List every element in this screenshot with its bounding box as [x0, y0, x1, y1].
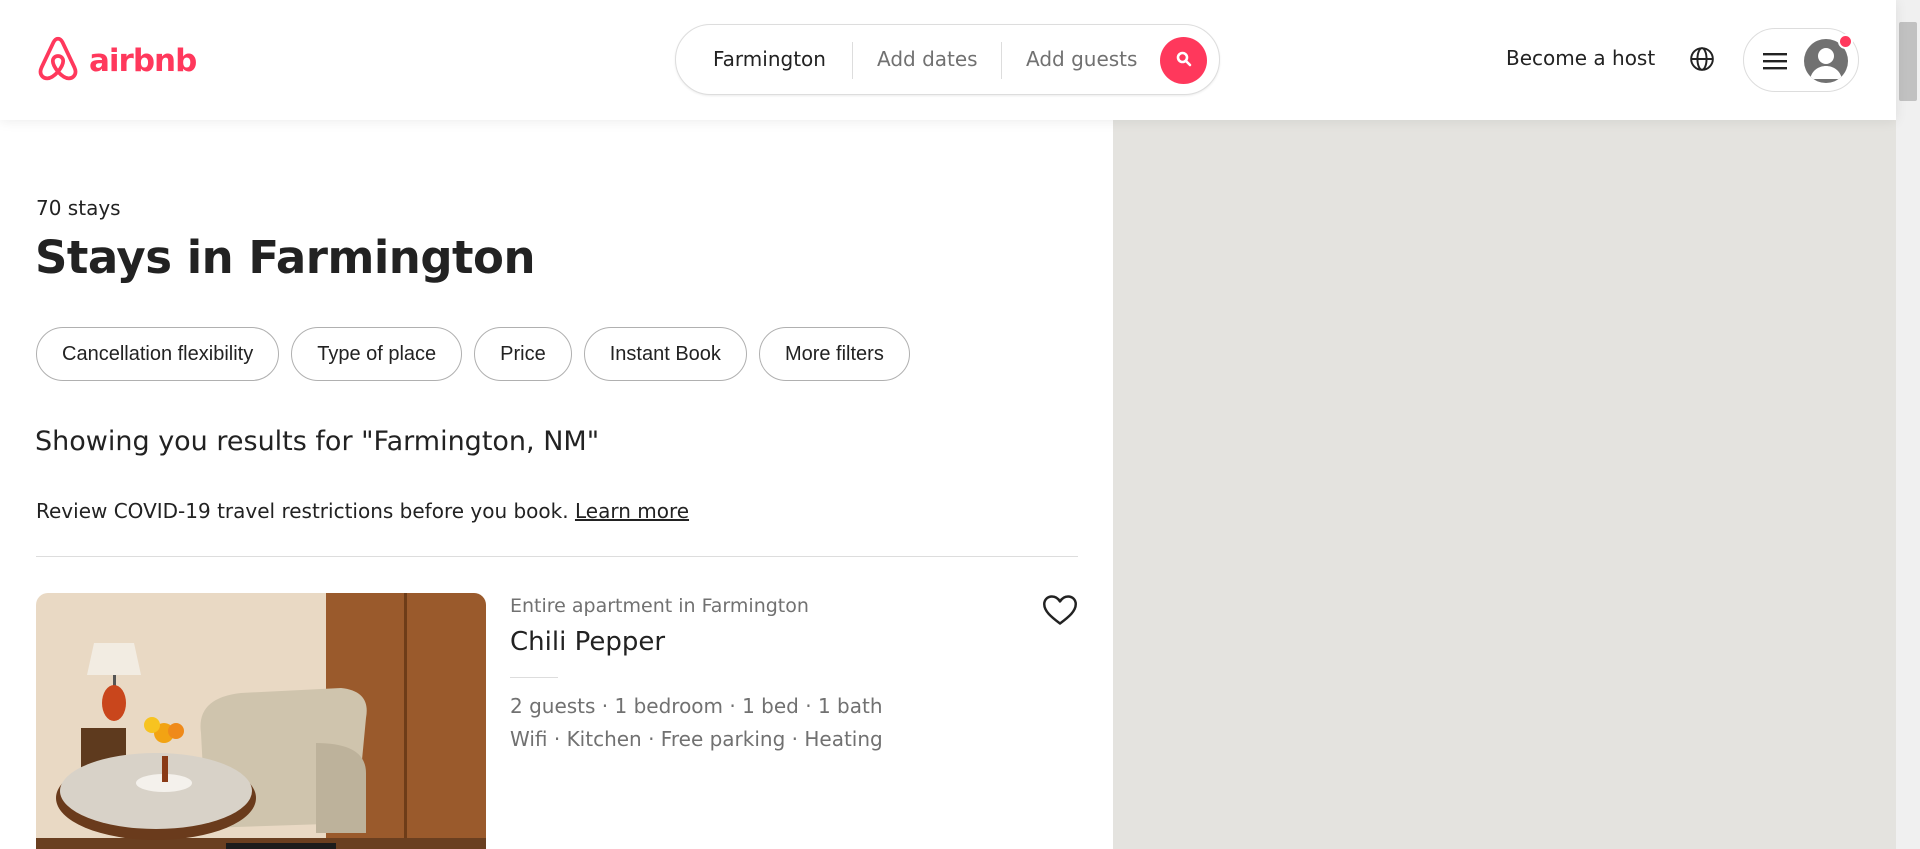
filter-price[interactable]: Price — [474, 327, 572, 381]
filter-instant-book[interactable]: Instant Book — [583, 327, 747, 381]
search-location[interactable]: Farmington — [713, 25, 826, 94]
filter-cancellation-flexibility[interactable]: Cancellation flexibility — [36, 327, 280, 381]
covid-notice-text: Review COVID-19 travel restrictions befo… — [36, 499, 569, 523]
filter-bar: Cancellation flexibility Type of place P… — [36, 327, 910, 381]
search-button[interactable] — [1160, 37, 1207, 84]
site-header: airbnb Farmington Add dates Add guests B… — [0, 0, 1896, 120]
listing-type: Entire apartment in Farmington — [510, 595, 809, 617]
search-dates[interactable]: Add dates — [877, 25, 978, 94]
page-scrollbar[interactable] — [1896, 0, 1920, 849]
user-menu-button[interactable] — [1743, 28, 1859, 92]
search-divider — [1001, 42, 1002, 79]
learn-more-link[interactable]: Learn more — [575, 499, 689, 523]
search-guests[interactable]: Add guests — [1026, 25, 1137, 94]
listing-title[interactable]: Chili Pepper — [510, 627, 665, 657]
listing-divider — [510, 677, 558, 678]
listing-amenities: Wifi · Kitchen · Free parking · Heating — [510, 727, 883, 751]
search-divider — [852, 42, 853, 79]
divider — [36, 556, 1078, 557]
results-location-text: Showing you results for "Farmington, NM" — [35, 426, 600, 457]
hamburger-menu-icon — [1763, 52, 1787, 74]
listing-details: 2 guests · 1 bedroom · 1 bed · 1 bath — [510, 694, 883, 718]
stays-count: 70 stays — [36, 196, 121, 220]
become-host-link[interactable]: Become a host — [1506, 46, 1655, 70]
filter-more-filters[interactable]: More filters — [758, 327, 910, 381]
search-icon — [1176, 51, 1192, 71]
page-title: Stays in Farmington — [35, 231, 536, 284]
filter-type-of-place[interactable]: Type of place — [291, 327, 463, 381]
listing-photo[interactable] — [36, 593, 486, 849]
logo-text: airbnb — [89, 43, 197, 79]
covid-notice: Review COVID-19 travel restrictions befo… — [36, 499, 689, 523]
search-bar[interactable]: Farmington Add dates Add guests — [675, 24, 1220, 95]
scrollbar-thumb[interactable] — [1899, 22, 1917, 101]
airbnb-logo-icon — [35, 36, 81, 86]
airbnb-logo[interactable]: airbnb — [35, 36, 197, 86]
map-panel[interactable] — [1113, 120, 1896, 849]
globe-icon[interactable] — [1689, 46, 1715, 76]
notification-badge — [1838, 34, 1853, 49]
heart-icon[interactable] — [1042, 594, 1078, 630]
